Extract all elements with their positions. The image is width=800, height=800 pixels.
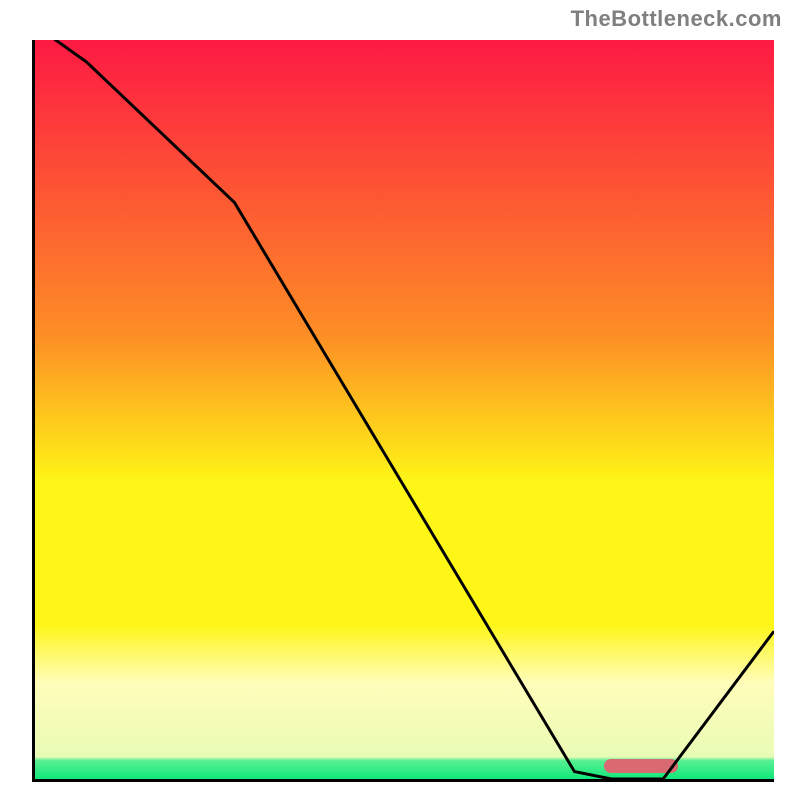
chart-frame (32, 40, 774, 782)
chart-line (35, 40, 774, 779)
chart-plot-area (35, 40, 774, 779)
chart-line-path (35, 40, 774, 779)
attribution-text: TheBottleneck.com (571, 6, 782, 32)
